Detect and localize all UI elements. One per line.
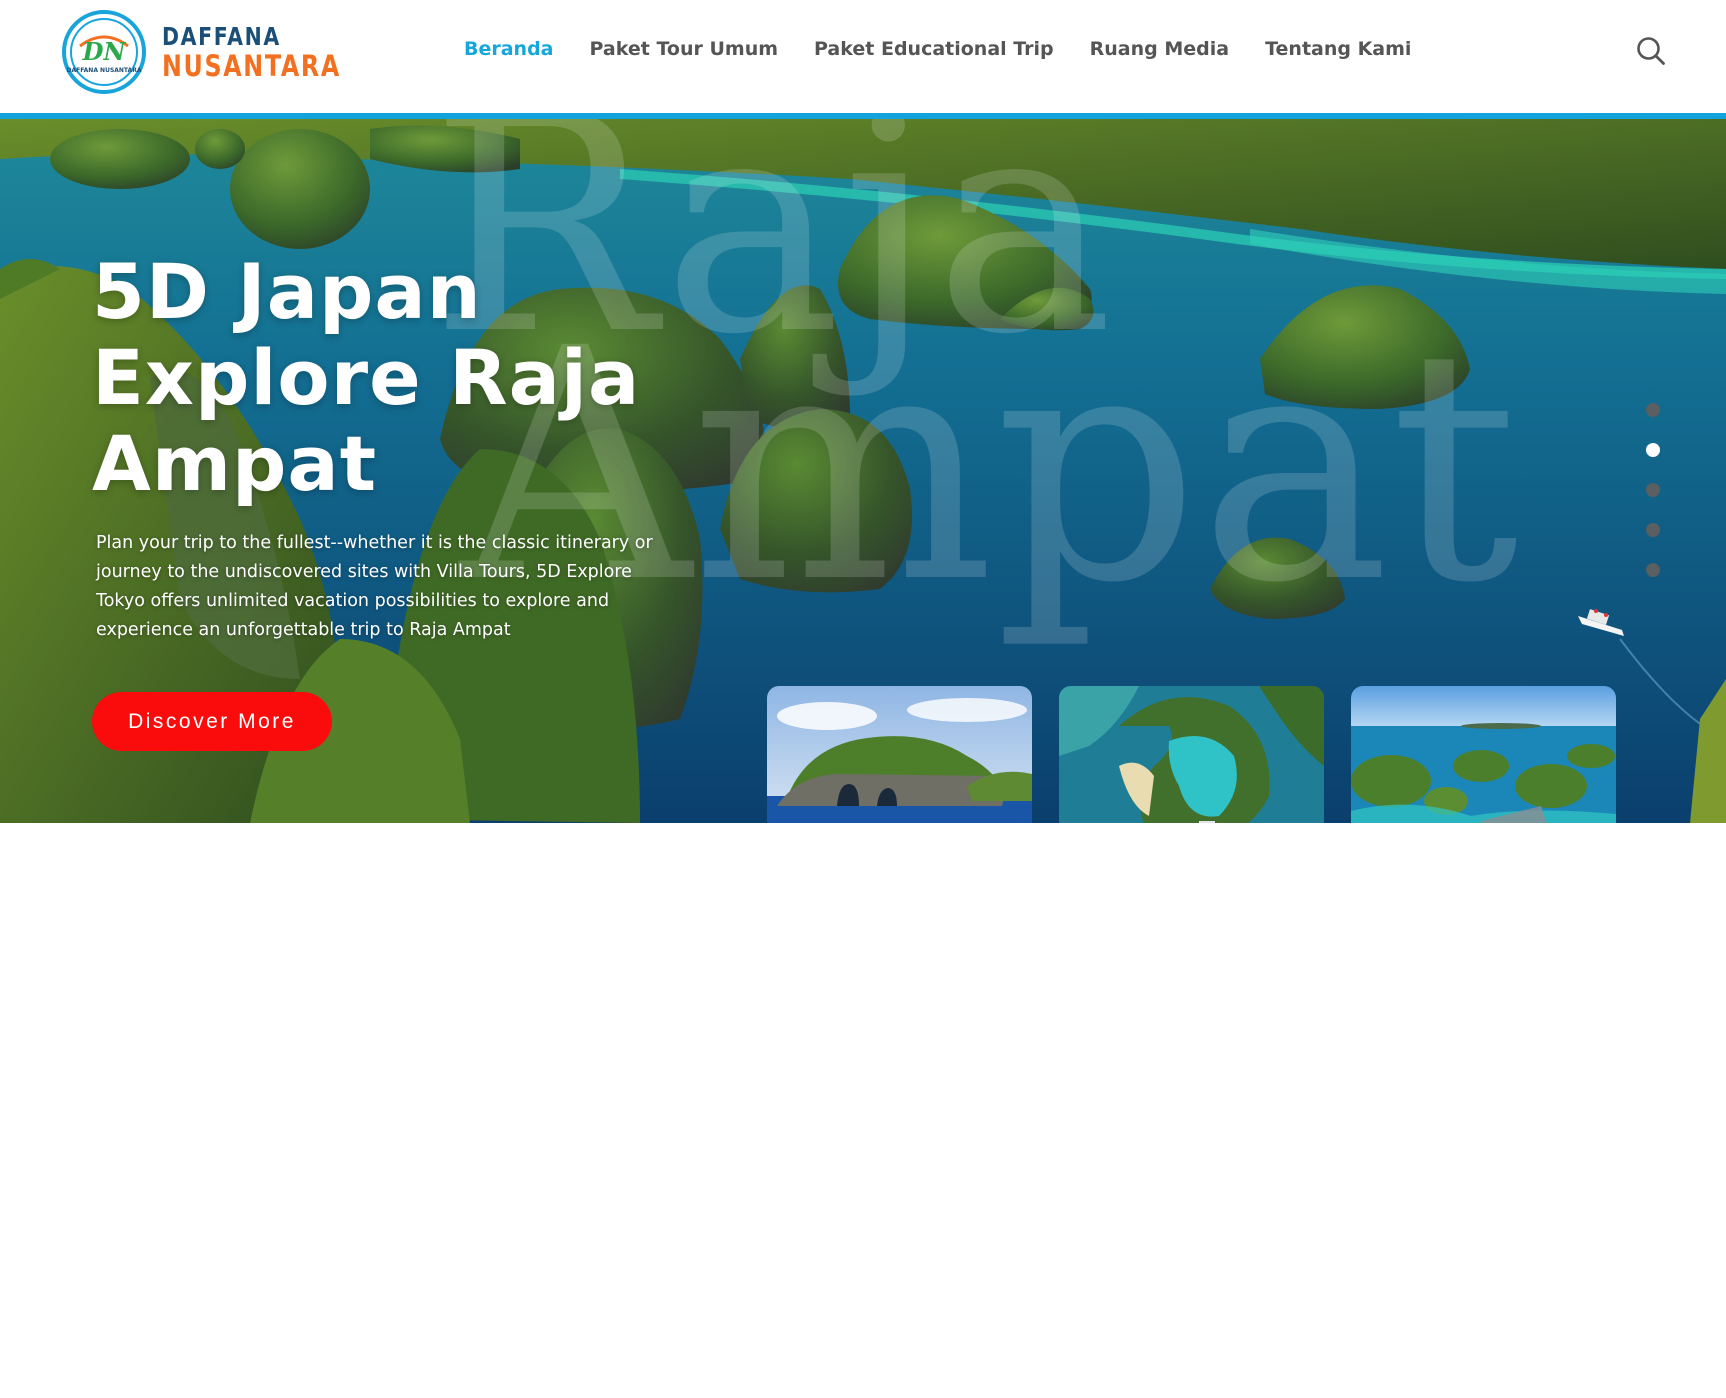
- search-button[interactable]: [1636, 36, 1666, 66]
- nav-item-beranda[interactable]: Beranda: [464, 38, 554, 60]
- lagoon-aerial-image: [1059, 686, 1324, 823]
- svg-text:DAFFANA NUSANTARA: DAFFANA NUSANTARA: [67, 67, 142, 74]
- rock-arch-island-image: [767, 686, 1032, 823]
- nav-item-tentang-kami[interactable]: Tentang Kami: [1265, 38, 1411, 60]
- slide-thumbnail-2[interactable]: [1059, 686, 1324, 823]
- discover-more-button[interactable]: Discover More: [92, 692, 332, 751]
- brand-logo[interactable]: DN DAFFANA NUSANTARA DAFFANA NUSANTARA: [62, 10, 380, 94]
- nav-item-paket-educational-trip[interactable]: Paket Educational Trip: [814, 38, 1054, 60]
- slide-dot-1[interactable]: [1646, 403, 1660, 417]
- brand-name-line1: DAFFANA: [162, 21, 281, 51]
- svg-text:DN: DN: [82, 37, 127, 66]
- hero-title: 5D Japan Explore Raja Ampat: [92, 249, 712, 507]
- slider-pagination: [1646, 403, 1660, 577]
- slide-dot-4[interactable]: [1646, 523, 1660, 537]
- main-nav: Beranda Paket Tour Umum Paket Educationa…: [464, 38, 1411, 60]
- slide-thumbnail-3[interactable]: [1351, 686, 1616, 823]
- nav-item-paket-tour-umum[interactable]: Paket Tour Umum: [590, 38, 779, 60]
- hero-slider: Raja Ampat 5D Japan Explore Raja Ampat P…: [0, 119, 1726, 823]
- hero-title-line2: Explore Raja: [92, 333, 641, 422]
- hero-description: Plan your trip to the fullest--whether i…: [96, 533, 653, 640]
- slide-dot-5[interactable]: [1646, 563, 1660, 577]
- hero-title-line3: Ampat: [92, 419, 378, 508]
- slide-dot-3[interactable]: [1646, 483, 1660, 497]
- hero-title-line1: 5D Japan: [92, 247, 482, 336]
- slide-dot-2[interactable]: [1646, 443, 1660, 457]
- brand-name-line2: NUSANTARA: [162, 48, 341, 83]
- logo-emblem-icon: DN DAFFANA NUSANTARA: [62, 10, 146, 94]
- search-icon: [1637, 37, 1665, 65]
- nav-item-ruang-media[interactable]: Ruang Media: [1090, 38, 1229, 60]
- slide-thumbnail-1[interactable]: [767, 686, 1032, 823]
- karst-islands-view-image: [1351, 686, 1616, 823]
- site-header: DN DAFFANA NUSANTARA DAFFANA NUSANTARA B…: [0, 0, 1726, 113]
